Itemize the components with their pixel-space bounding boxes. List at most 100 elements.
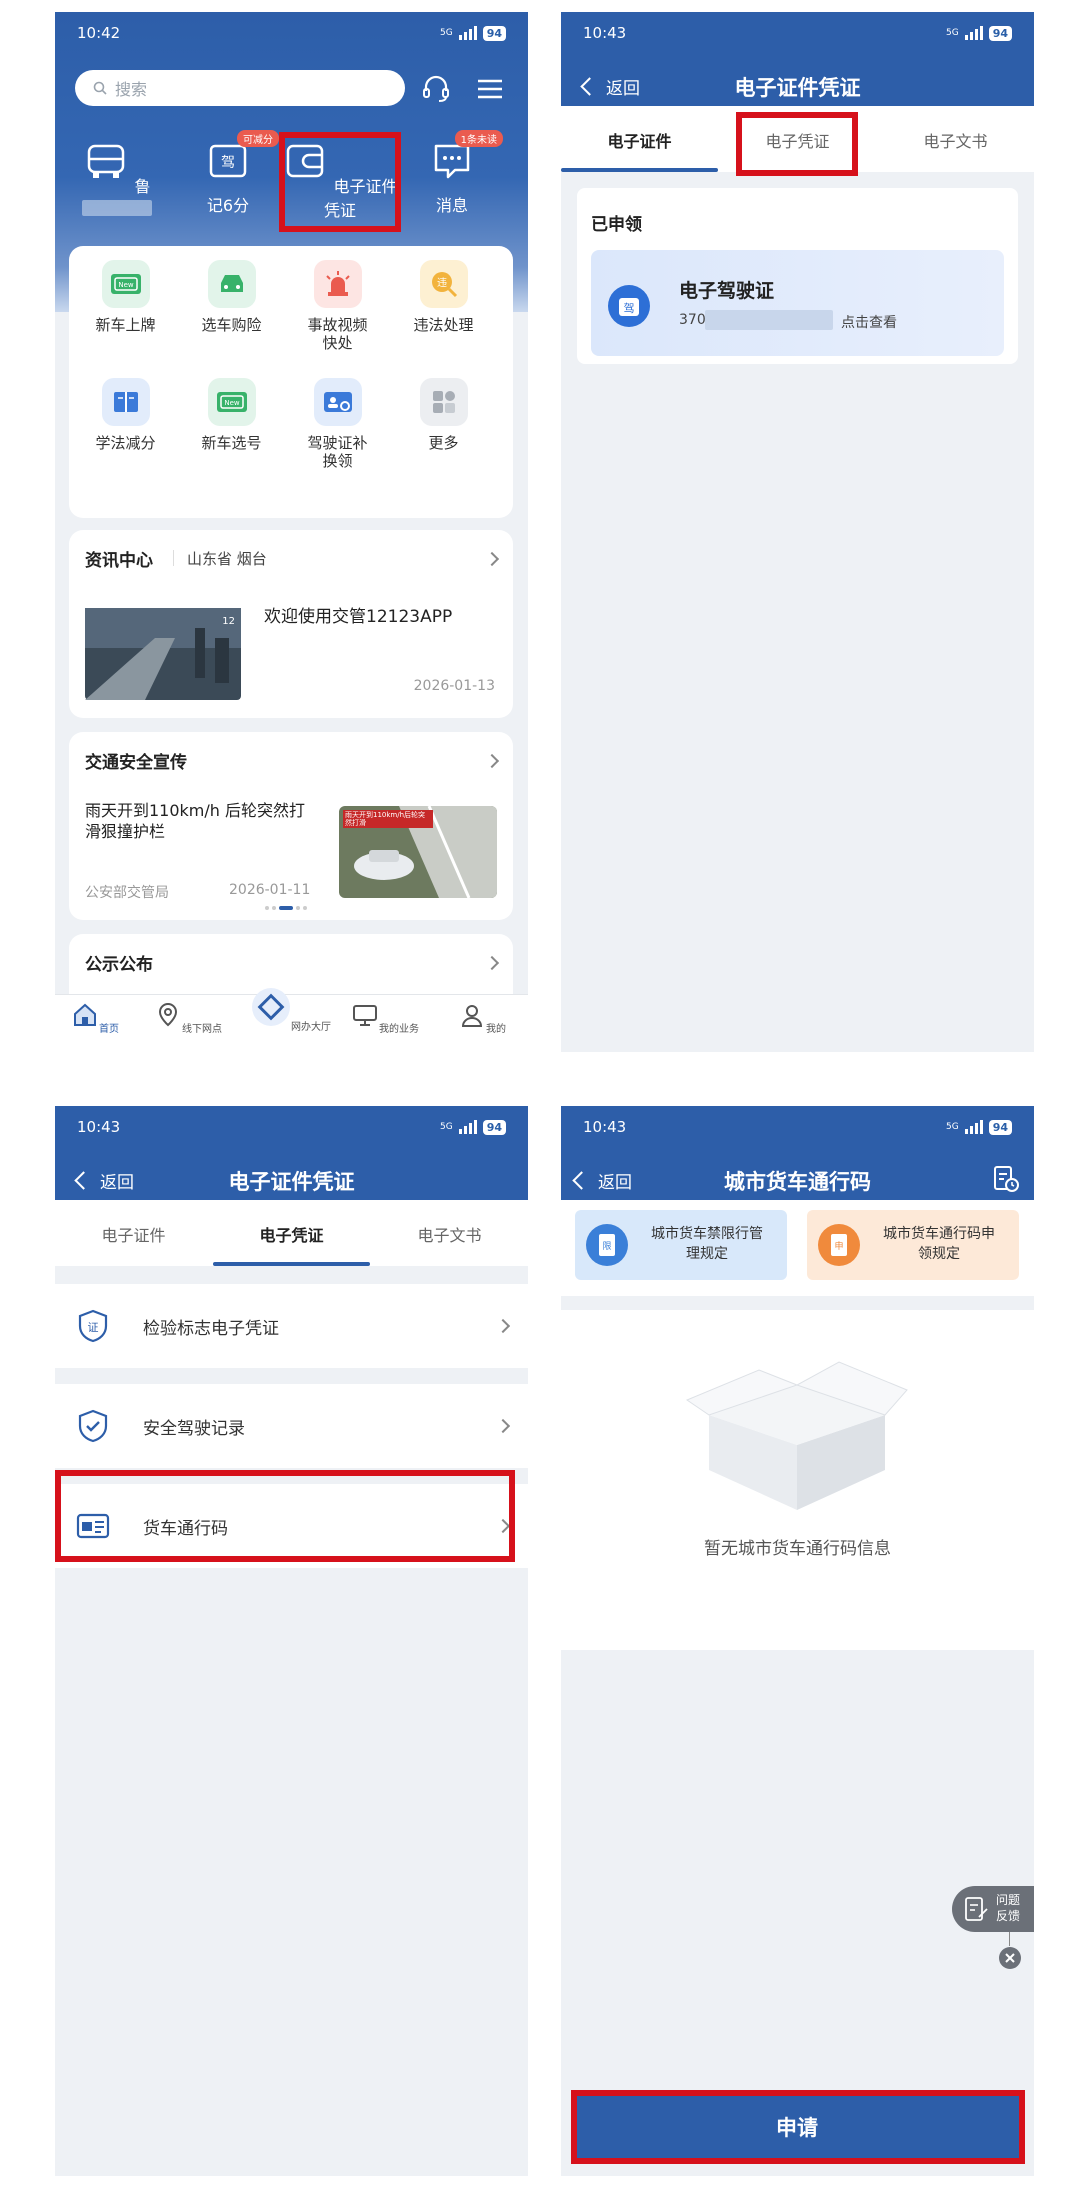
driver-license-card[interactable]: 驾 电子驾驶证 370 点击查看 [591,250,1004,356]
page-title: 城市货车通行码 [724,1170,871,1194]
rules-label: 城市货车禁限行管理规定 [651,1226,763,1262]
empty-box-icon [685,1361,908,1510]
service-grid: New 新车上牌 选车购险 事故视频快处 违违法处理 学法减分 New 新车选号 驾… [69,246,513,518]
book-icon [113,392,138,412]
empty-state: 暂无城市货车通行码信息 [561,1310,1034,1650]
info-strip: 限 城市货车禁限行管理规定 申 城市货车通行码申领规定 [561,1200,1034,1296]
news-center-card[interactable]: 资讯中心 山东省 烟台 12 欢迎使用交管12123APP 2026-01-13 [69,530,513,718]
status-time: 10:43 [583,1118,627,1136]
plate-blur [82,199,152,216]
chevron-right-icon [484,955,500,971]
points-badge: 可减分 [237,130,279,147]
service-label: 选车购险 [201,316,262,334]
feedback-button[interactable]: 问题反馈 [952,1886,1034,1932]
service-license-renew[interactable]: 驾驶证补换领 [285,378,390,470]
license-id-blur [705,310,833,330]
traffic-safety-card[interactable]: 交通安全宣传 雨天开到110km/h 后轮突然打滑狠撞护栏 雨天开到110km/… [69,732,513,920]
service-label: 驾驶证补换领 [307,434,368,470]
voucher-safe-driving[interactable]: 安全驾驶记录 [55,1384,528,1468]
voucher-truck-pass[interactable]: 货车通行码 [55,1484,528,1568]
customer-service-icon[interactable] [421,74,451,104]
quick-messages[interactable]: 1条未读 消息 [393,130,511,216]
service-car-insurance[interactable]: 选车购险 [179,260,284,334]
tab-e-certificates[interactable]: 电子证件 [561,128,718,152]
safety-thumbnail: 雨天开到110km/h后轮突然打滑 [339,806,497,898]
apply-doc-icon: 申 [818,1224,860,1266]
battery-icon: 94 [988,1119,1012,1135]
service-new-car-number[interactable]: New 新车选号 [179,378,284,452]
status-bar: 10:43 5G 94 [561,12,1034,54]
home-screen: 10:42 5G 94 搜索 鲁 驾 可减分 记6分 电子证件凭证 1条未读 消息… [55,12,528,1052]
quick-e-certificates[interactable]: 电子证件凭证 [281,140,399,221]
bottom-nav: 首页 线下网点 网办大厅 我的业务 我的 [55,988,528,1052]
tab-bar: 电子证件 电子凭证 电子文书 [55,1200,528,1266]
safety-source: 公安部交管局 [85,885,169,901]
truck-pass-apply-rules[interactable]: 申 城市货车通行码申领规定 [807,1210,1019,1280]
car-insurance-icon [220,275,243,292]
voucher-inspection-mark[interactable]: 证 检验标志电子凭证 [55,1284,528,1368]
service-accident-video[interactable]: 事故视频快处 [285,260,390,352]
new-plate-icon: New [110,274,141,294]
battery-icon: 94 [482,1119,506,1135]
signal-icon [458,1120,477,1134]
quick-points[interactable]: 驾 可减分 记6分 [169,130,287,216]
tab-e-vouchers[interactable]: 电子凭证 [719,128,876,152]
feedback-label: 问题反馈 [996,1893,1021,1923]
nav-label: 线下网点 [182,1024,222,1035]
quick-label-e-certificates: 电子证件凭证 [323,177,398,220]
e-vouchers-screen: 10:43 5G 94 返回 电子证件凭证 电子证件 电子凭证 电子文书 证 检验… [55,1106,528,2176]
service-new-plate[interactable]: New 新车上牌 [73,260,178,334]
shield-cert-icon: 证 [78,1309,108,1343]
status-time: 10:43 [77,1118,121,1136]
tab-e-documents[interactable]: 电子文书 [877,128,1034,152]
quick-vehicle[interactable]: 鲁 [58,140,176,216]
service-label: 学法减分 [95,434,156,452]
news-thumbnail: 12 [85,608,241,700]
network-label: 5G [945,1122,959,1132]
status-bar: 10:43 5G 94 [55,1106,528,1148]
page-title: 电子证件凭证 [734,76,861,100]
voucher-label: 安全驾驶记录 [143,1418,245,1439]
nav-offline-points[interactable]: 线下网点 [148,1001,228,1035]
close-icon[interactable] [998,1946,1022,1970]
quick-label-points: 记6分 [206,196,250,215]
messages-badge: 1条未读 [454,130,503,147]
search-input[interactable]: 搜索 [75,70,405,106]
claimed-section: 已申领 驾 电子驾驶证 370 点击查看 [577,188,1018,364]
menu-icon[interactable] [475,74,505,104]
svg-text:New: New [224,399,240,407]
apply-button[interactable]: 申请 [575,2096,1019,2158]
car-icon [88,144,125,178]
feedback-icon [965,1897,988,1921]
monitor-icon [353,1005,377,1026]
tab-e-certificates[interactable]: 电子证件 [55,1222,212,1246]
service-study-reduce[interactable]: 学法减分 [73,378,178,452]
nav-online-hall[interactable]: 网办大厅 [251,987,331,1033]
truck-pass-icon [76,1513,110,1539]
service-more[interactable]: 更多 [391,378,496,452]
svg-text:违: 违 [437,277,447,289]
truck-restriction-rules[interactable]: 限 城市货车禁限行管理规定 [575,1210,787,1280]
license-view-link[interactable]: 点击查看 [841,312,897,332]
online-hall-icon [252,988,290,1026]
tab-e-vouchers[interactable]: 电子凭证 [213,1222,370,1246]
nav-my-business[interactable]: 我的业务 [345,1001,425,1035]
safety-date: 2026-01-11 [229,882,311,898]
quick-label-plate: 鲁 [134,177,151,196]
signal-icon [964,1120,983,1134]
service-violation[interactable]: 违违法处理 [391,260,496,334]
network-label: 5G [945,28,959,38]
apply-glyph: 申 [834,1240,843,1252]
status-bar: 10:42 5G 94 [55,12,528,54]
nav-home[interactable]: 首页 [55,1001,135,1035]
network-label: 5G [439,1122,453,1132]
nav-mine[interactable]: 我的 [442,1001,522,1035]
record-history-icon[interactable] [990,1164,1020,1194]
safety-thumb-caption: 雨天开到110km/h后轮突然打滑 [343,810,433,828]
news-location: 山东省 烟台 [187,550,267,568]
service-label: 新车上牌 [95,316,156,334]
violation-icon: 违 [431,272,457,298]
carousel-dots [265,906,307,910]
tab-e-documents[interactable]: 电子文书 [371,1222,528,1246]
section-title: 已申领 [591,215,642,235]
